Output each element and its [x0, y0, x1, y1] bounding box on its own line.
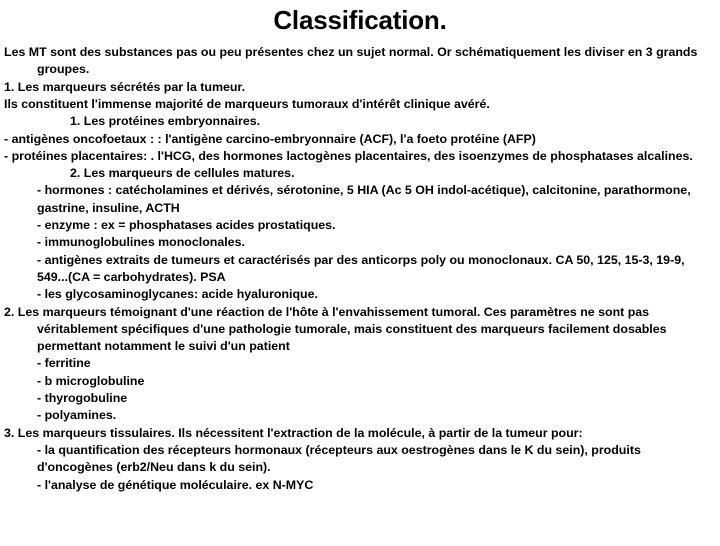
bullet-proteines-placentaires: - protéines placentaires: . l'HCG, des h…: [4, 148, 693, 163]
bullet-hormones: - hormones : catécholamines et dérivés, …: [37, 183, 691, 215]
paragraph-intro: Les MT sont des substances pas ou peu pr…: [4, 45, 698, 77]
slide: Classification. Les MT sont des substanc…: [0, 5, 720, 546]
bullet-b-microglobuline: - b microglobuline: [37, 373, 145, 388]
heading-group-3: 3. Les marqueurs tissulaires. Ils nécess…: [4, 425, 583, 440]
bullet-polyamines: - polyamines.: [37, 408, 117, 423]
heading-sub-1-2: 2. Les marqueurs de cellules matures.: [70, 166, 295, 181]
heading-group-2: 2. Les marqueurs témoignant d'une réacti…: [4, 304, 667, 354]
bullet-ferritine: - ferritine: [37, 356, 91, 371]
bullet-thyrogobuline: - thyrogobuline: [37, 391, 128, 406]
heading-group-1: 1. Les marqueurs sécrétés par la tumeur.: [4, 79, 246, 94]
page-title: Classification.: [273, 5, 447, 35]
slide-body: Les MT sont des substances pas ou peu pr…: [0, 44, 720, 494]
bullet-enzyme: - enzyme : ex = phosphatases acides pros…: [37, 218, 336, 233]
bullet-glycosaminoglycanes: - les glycosaminoglycanes: acide hyaluro…: [37, 287, 318, 302]
bullet-antigenes-oncofoetaux: - antigènes oncofoetaux : : l'antigène c…: [4, 131, 536, 146]
bullet-antigenes-extraits: - antigènes extraits de tumeurs et carac…: [37, 252, 685, 284]
bullet-immunoglobulines: - immunoglobulines monoclonales.: [37, 235, 245, 250]
paragraph-group-1-note: Ils constituent l'immense majorité de ma…: [4, 97, 490, 111]
bullet-analyse-genetique: - l'analyse de génétique moléculaire. ex…: [37, 477, 314, 492]
bullet-quantification-recepteurs: - la quantification des récepteurs hormo…: [37, 442, 641, 475]
heading-sub-1-1: 1. Les protéines embryonnaires.: [70, 114, 261, 129]
